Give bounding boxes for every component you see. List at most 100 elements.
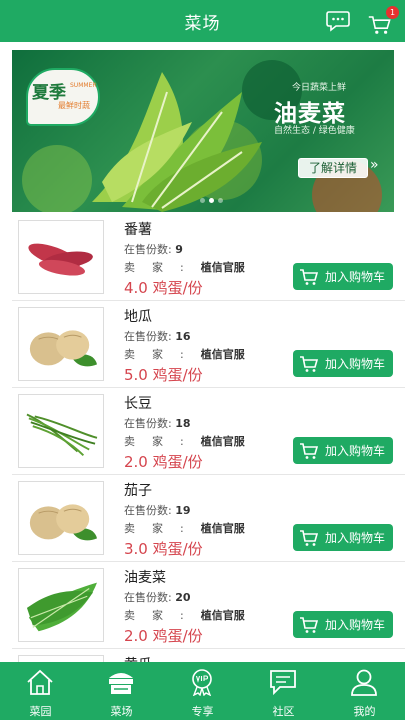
add-to-cart-button[interactable]: 加入购物车	[293, 437, 393, 464]
seller-value: 植信官服	[200, 522, 245, 535]
cart-count-badge: 1	[386, 6, 399, 19]
product-seller: 卖家:植信官服	[124, 259, 245, 275]
jicama-image	[29, 330, 97, 367]
add-to-cart-label: 加入购物车	[325, 270, 386, 284]
product-name: 茄子	[124, 483, 152, 499]
carousel-dot[interactable]	[218, 198, 223, 203]
product-name: 番薯	[124, 222, 152, 238]
stock-label: 在售份数:	[124, 504, 172, 517]
product-item[interactable]: 茄子 在售份数: 19 卖家:植信官服 3.0 鸡蛋/份 加入购物车	[0, 475, 405, 562]
stock-label: 在售份数:	[124, 330, 172, 343]
house-icon	[27, 669, 53, 695]
seller-label: 卖家:	[124, 609, 201, 622]
product-thumbnail[interactable]	[18, 307, 104, 381]
add-to-cart-label: 加入购物车	[325, 618, 386, 632]
user-icon	[351, 669, 377, 696]
product-stock: 在售份数: 18	[124, 415, 191, 431]
nav-label: 菜场	[110, 705, 133, 718]
nav-label: 专享	[191, 705, 214, 718]
product-thumbnail[interactable]	[18, 394, 104, 468]
product-price: 4.0 鸡蛋/份	[124, 279, 203, 297]
carousel-dot[interactable]	[200, 198, 205, 203]
product-seller: 卖家:植信官服	[124, 607, 245, 623]
product-name: 长豆	[124, 396, 152, 412]
product-item[interactable]: 黄瓜	[0, 649, 405, 662]
nav-item-garden[interactable]: 菜园	[0, 662, 81, 720]
product-seller: 卖家:植信官服	[124, 346, 245, 362]
lettuce-image	[26, 582, 97, 632]
product-item[interactable]: 油麦菜 在售份数: 20 卖家:植信官服 2.0 鸡蛋/份 加入购物车	[0, 562, 405, 649]
product-price: 2.0 鸡蛋/份	[124, 627, 203, 645]
learn-more-button[interactable]: 了解详情	[298, 158, 368, 178]
product-seller: 卖家:植信官服	[124, 433, 245, 449]
stock-label: 在售份数:	[124, 591, 172, 604]
banner-tagline: 自然生态 / 绿色健康	[274, 126, 355, 136]
seller-value: 植信官服	[200, 609, 245, 622]
add-to-cart-button[interactable]: 加入购物车	[293, 611, 393, 638]
stock-value: 19	[175, 504, 191, 517]
bottom-navigation: 菜园 菜场 专享 社区 我的	[0, 662, 405, 720]
seller-label: 卖家:	[124, 522, 201, 535]
product-thumbnail[interactable]	[18, 220, 104, 294]
nav-label: 社区	[272, 705, 295, 718]
product-stock: 在售份数: 19	[124, 502, 191, 518]
stock-value: 20	[175, 591, 191, 604]
seller-value: 植信官服	[200, 261, 245, 274]
seller-label: 卖家:	[124, 261, 201, 274]
nav-item-market[interactable]: 菜场	[81, 662, 162, 720]
promo-banner[interactable]: 夏季 SUMMER 最鲜时蔬 今日蔬菜上鲜 油麦菜 自然生态 / 绿色健康 了解…	[12, 50, 394, 212]
chat-button[interactable]	[326, 10, 350, 32]
product-item[interactable]: 番薯 在售份数: 9 卖家:植信官服 4.0 鸡蛋/份 加入购物车	[0, 214, 405, 301]
nav-label: 菜园	[29, 705, 52, 718]
vip-icon	[192, 669, 212, 696]
double-chevron-right-icon: »	[370, 157, 379, 173]
cart-icon	[300, 616, 319, 633]
stock-label: 在售份数:	[124, 417, 172, 430]
cart-icon	[300, 529, 319, 546]
stock-value: 9	[175, 243, 183, 256]
product-item[interactable]: 长豆 在售份数: 18 卖家:植信官服 2.0 鸡蛋/份 加入购物车	[0, 388, 405, 475]
cart-button[interactable]: 1	[368, 6, 399, 34]
sweet-potato-image	[28, 243, 93, 276]
nav-item-mine[interactable]: 我的	[324, 662, 405, 720]
add-to-cart-button[interactable]: 加入购物车	[293, 524, 393, 551]
page-title: 菜场	[184, 13, 221, 34]
product-name: 黄瓜	[124, 654, 152, 662]
banner-lettuce-image	[92, 72, 262, 212]
add-to-cart-label: 加入购物车	[325, 531, 386, 545]
product-thumbnail[interactable]	[18, 655, 104, 662]
market-stall-icon	[109, 673, 133, 694]
add-to-cart-button[interactable]: 加入购物车	[293, 350, 393, 377]
product-price: 5.0 鸡蛋/份	[124, 366, 203, 384]
add-to-cart-label: 加入购物车	[325, 357, 386, 371]
add-to-cart-button[interactable]: 加入购物车	[293, 263, 393, 290]
product-item[interactable]: 地瓜 在售份数: 16 卖家:植信官服 5.0 鸡蛋/份 加入购物车	[0, 301, 405, 388]
product-name: 地瓜	[124, 309, 152, 325]
stock-value: 18	[175, 417, 191, 430]
community-chat-icon	[270, 670, 296, 696]
product-list[interactable]: 番薯 在售份数: 9 卖家:植信官服 4.0 鸡蛋/份 加入购物车 地瓜 在售份…	[0, 214, 405, 662]
carousel-dot-active[interactable]	[209, 198, 214, 203]
add-to-cart-label: 加入购物车	[325, 444, 386, 458]
nav-item-vip[interactable]: 专享	[162, 662, 243, 720]
nav-item-community[interactable]: 社区	[243, 662, 324, 720]
product-stock: 在售份数: 9	[124, 241, 183, 257]
product-thumbnail[interactable]	[18, 568, 104, 642]
nav-label: 我的	[353, 705, 376, 718]
seller-value: 植信官服	[200, 348, 245, 361]
product-stock: 在售份数: 20	[124, 589, 191, 605]
badge-en: SUMMER	[70, 82, 97, 89]
stock-label: 在售份数:	[124, 243, 172, 256]
carousel-dots[interactable]	[200, 198, 223, 203]
long-bean-image	[26, 413, 98, 457]
summer-badge: 夏季 SUMMER 最鲜时蔬	[26, 68, 100, 126]
top-bar: 菜场 1	[0, 0, 405, 42]
product-seller: 卖家:植信官服	[124, 520, 245, 536]
seller-label: 卖家:	[124, 435, 201, 448]
cart-icon	[300, 442, 319, 459]
product-price: 3.0 鸡蛋/份	[124, 540, 203, 558]
product-thumbnail[interactable]	[18, 481, 104, 555]
badge-sub: 最鲜时蔬	[58, 101, 90, 110]
product-stock: 在售份数: 16	[124, 328, 191, 344]
seller-value: 植信官服	[200, 435, 245, 448]
